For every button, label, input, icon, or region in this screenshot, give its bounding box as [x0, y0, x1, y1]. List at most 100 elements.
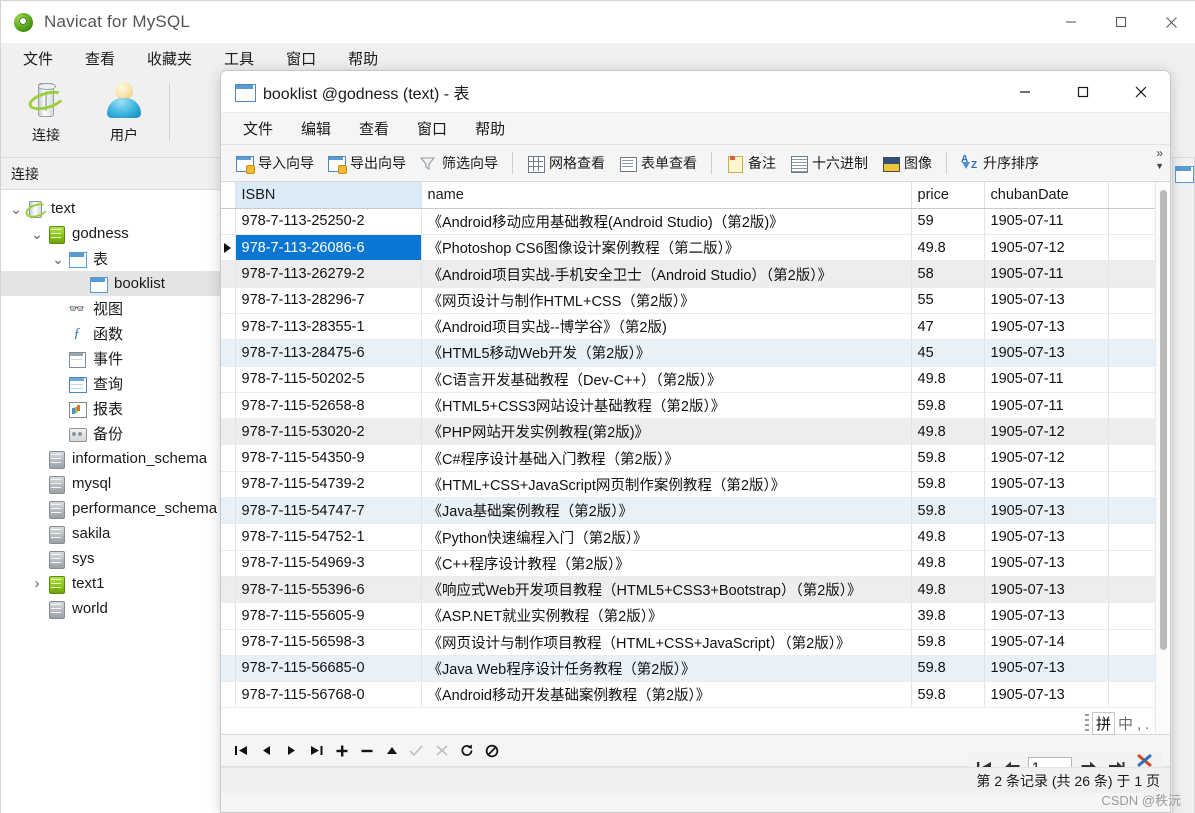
cancel-edit-icon[interactable] [429, 739, 454, 763]
tree-item--[interactable]: 备份 [1, 421, 222, 446]
chevron-down-icon[interactable]: ⌄ [28, 227, 46, 241]
cell-isbn[interactable]: 978-7-115-54752-1 [235, 523, 422, 551]
row-marker-cell[interactable] [221, 471, 236, 499]
ime-extra-buttons[interactable]: 中,. [1118, 713, 1153, 734]
tree-item-text[interactable]: ⌄ text [1, 196, 222, 221]
tree-item--[interactable]: 👓 视图 [1, 296, 222, 321]
cell-chubandate[interactable]: 1905-07-13 [984, 471, 1109, 499]
close-icon[interactable] [1146, 1, 1195, 43]
refresh-icon[interactable] [454, 739, 479, 763]
cell-isbn[interactable]: 978-7-113-28355-1 [235, 313, 422, 341]
maximize-icon[interactable] [1054, 71, 1112, 113]
tree-item-world[interactable]: world [1, 596, 222, 621]
menu-file[interactable]: 文件 [229, 114, 287, 143]
row-marker-cell[interactable] [221, 681, 236, 709]
row-marker-cell[interactable] [221, 339, 236, 367]
table-row[interactable]: 978-7-115-55396-6 《响应式Web开发项目教程（HTML5+CSS… [221, 576, 1157, 604]
toolbar-overflow-button[interactable]: » ▼ [1155, 147, 1164, 173]
cell-price[interactable]: 49.8 [911, 418, 985, 446]
table-row[interactable]: 978-7-113-28475-6 《HTML5移动Web开发（第2版）》 45 19… [221, 339, 1157, 367]
row-marker-cell[interactable] [221, 287, 236, 314]
cell-price[interactable]: 58 [911, 260, 985, 288]
row-marker-cell[interactable] [221, 576, 236, 604]
cell-chubandate[interactable]: 1905-07-13 [984, 681, 1109, 709]
cell-chubandate[interactable]: 1905-07-11 [984, 392, 1109, 420]
cell-name[interactable]: 《C++程序设计教程（第2版）》 [421, 550, 912, 577]
table-row[interactable]: 978-7-115-54969-3 《C++程序设计教程（第2版）》 49.8 190… [221, 550, 1157, 577]
cell-price[interactable]: 45 [911, 339, 985, 367]
cell-isbn[interactable]: 978-7-115-56598-3 [235, 629, 422, 656]
cell-chubandate[interactable]: 1905-07-12 [984, 418, 1109, 446]
cell-name[interactable]: 《Photoshop CS6图像设计案例教程（第二版）》 [421, 234, 912, 262]
import-wizard-button[interactable]: 导入向导 [229, 150, 321, 176]
menu-window[interactable]: 窗口 [403, 114, 461, 143]
prev-record-icon[interactable] [254, 739, 279, 763]
cell-chubandate[interactable]: 1905-07-11 [984, 366, 1109, 393]
table-row[interactable]: 978-7-115-56685-0 《Java Web程序设计任务教程（第2版）》… [221, 655, 1157, 683]
cell-chubandate[interactable]: 1905-07-13 [984, 339, 1109, 367]
tree-item--[interactable]: 查询 [1, 371, 222, 396]
cell-chubandate[interactable]: 1905-07-13 [984, 523, 1109, 551]
menu-window[interactable]: 窗口 [270, 44, 332, 73]
minimize-icon[interactable] [996, 71, 1054, 113]
cell-name[interactable]: 《Android项目实战--博学谷》（第2版) [421, 313, 912, 341]
cell-name[interactable]: 《C#程序设计基础入门教程（第2版）》 [421, 444, 912, 472]
chevron-down-icon[interactable]: ⌄ [49, 252, 67, 266]
table-row[interactable]: 978-7-115-54739-2 《HTML+CSS+JavaScript网页制… [221, 471, 1157, 499]
cell-name[interactable]: 《ASP.NET就业实例教程（第2版）》 [421, 602, 912, 630]
cell-price[interactable]: 59.8 [911, 471, 985, 499]
cell-isbn[interactable]: 978-7-113-28475-6 [235, 339, 422, 367]
cell-name[interactable]: 《Python快速编程入门（第2版）》 [421, 523, 912, 551]
table-row[interactable]: 978-7-115-55605-9 《ASP.NET就业实例教程（第2版）》 39.… [221, 602, 1157, 630]
cell-isbn[interactable]: 978-7-115-54969-3 [235, 550, 422, 577]
tree-item-performance-schema[interactable]: performance_schema [1, 496, 222, 521]
cell-price[interactable]: 59.8 [911, 444, 985, 472]
table-row[interactable]: 978-7-115-54752-1 《Python快速编程入门（第2版）》 49.8… [221, 523, 1157, 551]
tree-item--[interactable]: 事件 [1, 346, 222, 371]
tree-item-information-schema[interactable]: information_schema [1, 446, 222, 471]
cell-name[interactable]: 《HTML5移动Web开发（第2版）》 [421, 339, 912, 367]
tree-item--[interactable]: ⌄ 表 [1, 246, 222, 271]
row-marker-cell[interactable] [221, 234, 236, 262]
toolbar-user-button[interactable]: 用户 [85, 73, 163, 151]
cell-isbn[interactable]: 978-7-115-54739-2 [235, 471, 422, 499]
cell-isbn[interactable]: 978-7-115-56768-0 [235, 681, 422, 709]
cell-name[interactable]: 《HTML+CSS+JavaScript网页制作案例教程（第2版）》 [421, 471, 912, 499]
cell-price[interactable]: 55 [911, 287, 985, 314]
delete-record-icon[interactable] [354, 739, 379, 763]
cell-name[interactable]: 《响应式Web开发项目教程（HTML5+CSS3+Bootstrap）（第2版）… [421, 576, 912, 604]
apply-change-icon[interactable] [379, 739, 404, 763]
cell-isbn[interactable]: 978-7-115-53020-2 [235, 418, 422, 446]
menu-favorites[interactable]: 收藏夹 [131, 44, 208, 73]
minimize-icon[interactable] [1046, 1, 1096, 43]
cell-chubandate[interactable]: 1905-07-13 [984, 497, 1109, 525]
row-marker-cell[interactable] [221, 523, 236, 551]
column-header-chubandate[interactable]: chubanDate [984, 182, 1109, 209]
ime-mode-button[interactable]: 拼 [1092, 712, 1115, 735]
add-record-icon[interactable] [329, 739, 354, 763]
ime-drag-handle[interactable] [1085, 713, 1089, 734]
table-row[interactable]: 978-7-115-54350-9 《C#程序设计基础入门教程（第2版）》 59.8… [221, 444, 1157, 472]
cell-isbn[interactable]: 978-7-113-28296-7 [235, 287, 422, 314]
note-button[interactable]: 备注 [719, 150, 783, 176]
table-row[interactable]: 978-7-115-53020-2 《PHP网站开发实例教程(第2版)》 49.8 1… [221, 418, 1157, 446]
maximize-icon[interactable] [1096, 1, 1146, 43]
cell-name[interactable]: 《网页设计与制作HTML+CSS（第2版）》 [421, 287, 912, 314]
cell-price[interactable]: 49.8 [911, 523, 985, 551]
cell-isbn[interactable]: 978-7-115-55396-6 [235, 576, 422, 604]
cell-price[interactable]: 47 [911, 313, 985, 341]
last-record-icon[interactable] [304, 739, 329, 763]
cell-price[interactable]: 49.8 [911, 234, 985, 262]
table-row[interactable]: 978-7-113-26086-6 《Photoshop CS6图像设计案例教程（… [221, 234, 1157, 262]
table-row[interactable]: 978-7-115-50202-5 《C语言开发基础教程（Dev-C++）（第2版… [221, 366, 1157, 393]
cell-price[interactable]: 49.8 [911, 366, 985, 393]
scrollbar-thumb[interactable] [1160, 190, 1167, 650]
row-marker-cell[interactable] [221, 444, 236, 472]
tree-item--[interactable]: 报表 [1, 396, 222, 421]
next-record-icon[interactable] [279, 739, 304, 763]
cell-price[interactable]: 59.8 [911, 497, 985, 525]
toolbar-connection-button[interactable]: 连接 [7, 73, 85, 151]
row-marker-cell[interactable] [221, 260, 236, 288]
cell-chubandate[interactable]: 1905-07-11 [984, 260, 1109, 288]
cell-price[interactable]: 49.8 [911, 576, 985, 604]
